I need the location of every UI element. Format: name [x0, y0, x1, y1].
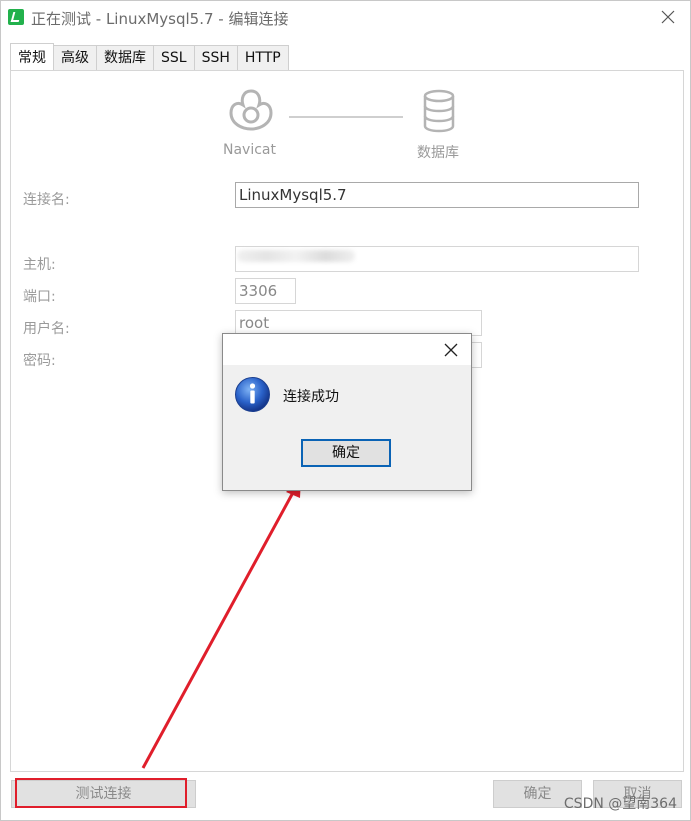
success-dialog: 连接成功 确定 [222, 333, 472, 491]
dialog-close-button[interactable] [441, 340, 461, 360]
info-icon [235, 377, 270, 412]
dialog-ok-button[interactable]: 确定 [301, 439, 391, 467]
dialog-title-bar [223, 334, 471, 365]
dialog-message: 连接成功 [283, 389, 339, 405]
close-icon [444, 343, 458, 357]
watermark: CSDN @望南364 [563, 796, 677, 812]
